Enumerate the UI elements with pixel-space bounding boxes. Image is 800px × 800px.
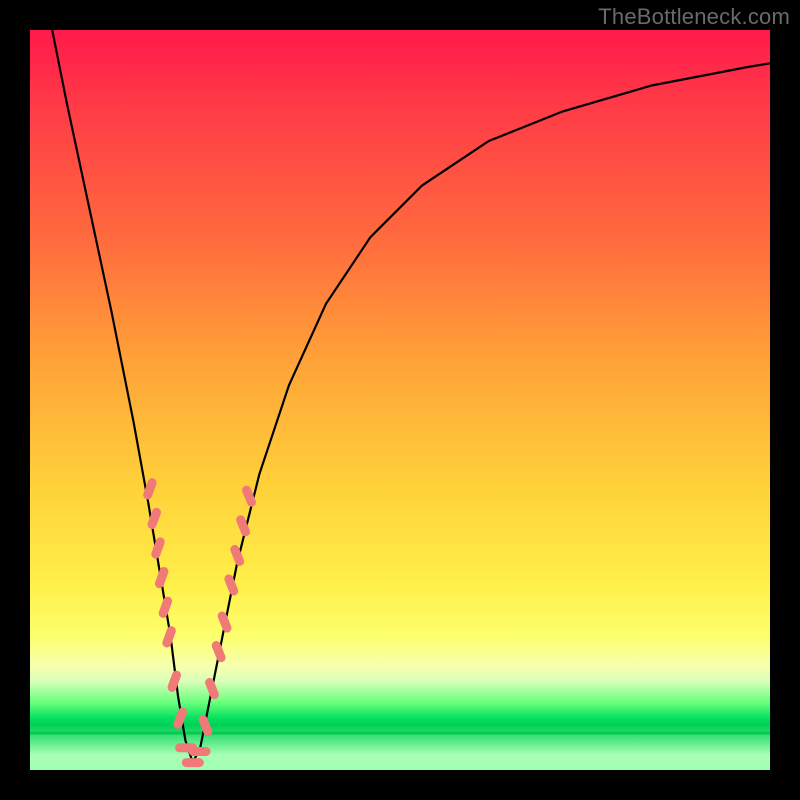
- curve-marker: [166, 669, 182, 693]
- curve-marker: [161, 625, 177, 649]
- curve-marker: [154, 566, 170, 590]
- curve-marker: [229, 544, 246, 568]
- bottleneck-curve: [52, 30, 770, 763]
- curve-marker: [157, 595, 173, 619]
- chart-frame: TheBottleneck.com: [0, 0, 800, 800]
- curve-marker: [223, 573, 240, 597]
- curve-marker: [189, 747, 211, 756]
- curve-marker: [216, 610, 233, 634]
- watermark-text: TheBottleneck.com: [598, 4, 790, 30]
- curve-marker: [182, 758, 204, 767]
- curve-marker: [204, 677, 221, 701]
- chart-svg: [30, 30, 770, 770]
- curve-marker: [150, 536, 166, 560]
- curve-marker: [172, 706, 188, 730]
- curve-marker: [210, 640, 227, 664]
- plot-area: [30, 30, 770, 770]
- marker-group: [142, 477, 257, 767]
